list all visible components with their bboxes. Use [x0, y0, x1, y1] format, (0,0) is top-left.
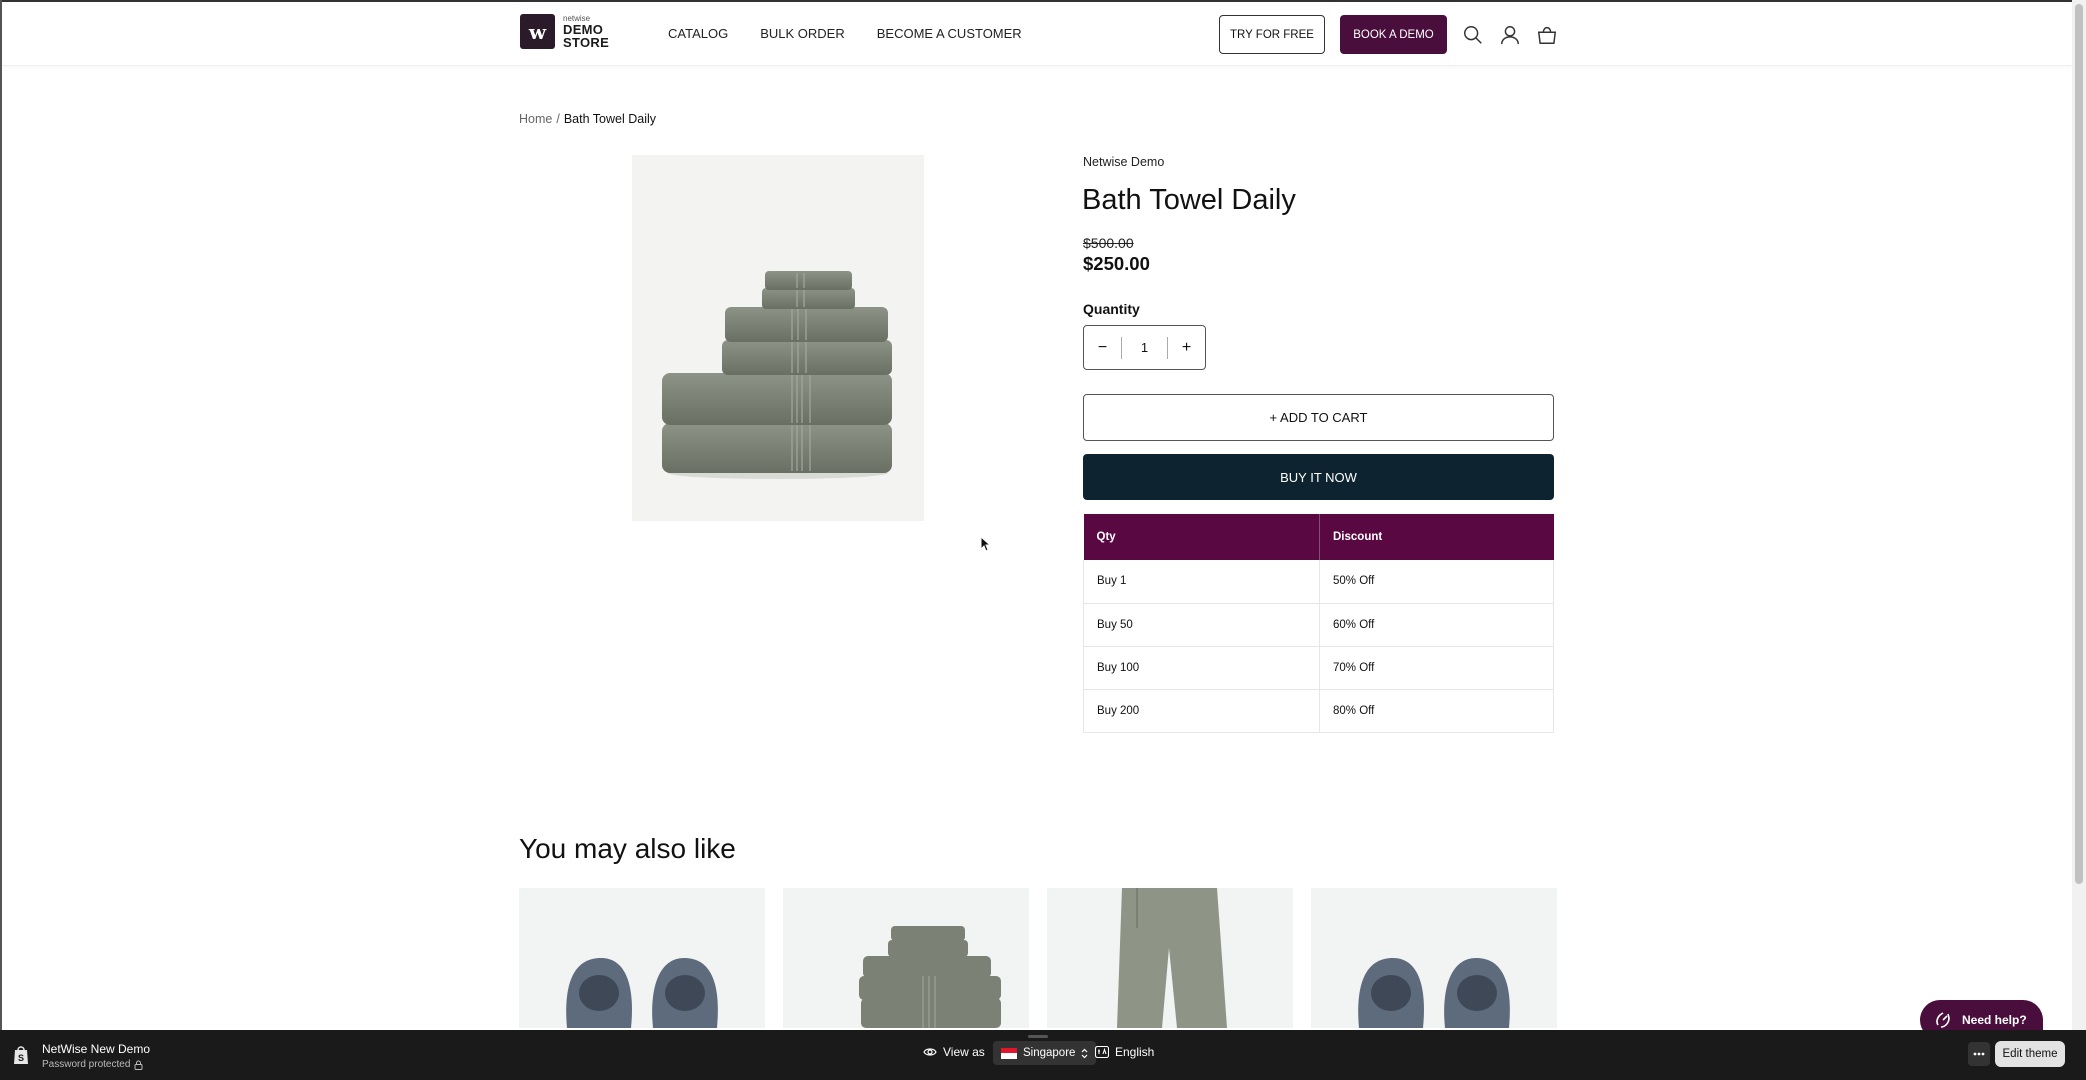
slippers-image — [1358, 958, 1510, 1028]
window-left-border — [0, 0, 2, 1080]
product-title: Bath Towel Daily — [1082, 184, 1296, 216]
towel-stack-illustration — [662, 271, 892, 479]
singapore-flag-icon — [1001, 1047, 1017, 1059]
buy-it-now-button[interactable]: BUY IT NOW — [1083, 454, 1554, 500]
eye-icon — [923, 1048, 937, 1056]
table-row: Buy 1 50% Off — [1083, 560, 1554, 604]
shopify-bag-icon: S — [14, 1046, 28, 1064]
logo-text: netwise DEMO STORE — [563, 14, 610, 50]
breadcrumb-home[interactable]: Home — [519, 112, 552, 126]
view-as-text: View as — [943, 1045, 985, 1059]
lock-icon — [134, 1060, 143, 1070]
discount-table-header-qty: Qty — [1083, 514, 1320, 560]
related-product-card[interactable] — [1047, 888, 1293, 1028]
product-vendor: Netwise Demo — [1083, 155, 1165, 169]
country-selector-label: Singapore — [1023, 1047, 1076, 1059]
bar-drag-handle[interactable] — [1028, 1035, 1048, 1038]
cart-icon[interactable] — [1536, 24, 1558, 46]
table-cell-discount: 60% Off — [1319, 603, 1554, 647]
related-product-card[interactable] — [1311, 888, 1557, 1028]
nav-become-customer[interactable]: BECOME A CUSTOMER — [877, 26, 1022, 41]
main-nav: CATALOG BULK ORDER BECOME A CUSTOMER — [668, 26, 1022, 41]
table-row: Buy 50 60% Off — [1083, 603, 1554, 647]
scrollbar-thumb[interactable] — [2075, 4, 2083, 884]
quantity-label: Quantity — [1083, 301, 1140, 317]
product-image[interactable] — [632, 155, 924, 521]
password-status-label: Password protected — [42, 1059, 131, 1070]
language-selector[interactable]: English — [1095, 1045, 1154, 1059]
try-for-free-button[interactable]: TRY FOR FREE — [1219, 15, 1325, 54]
sale-price: $250.00 — [1083, 253, 1150, 274]
discount-table-header-row: Qty Discount — [1083, 514, 1554, 560]
related-product-card[interactable] — [519, 888, 765, 1028]
quantity-decrement-button[interactable]: − — [1084, 326, 1121, 369]
compare-at-price: $500.00 — [1083, 235, 1134, 251]
quantity-stepper: − 1 + — [1083, 325, 1206, 370]
table-cell-qty: Buy 200 — [1083, 689, 1320, 733]
theme-preview-bar: S NetWise New Demo Password protected Vi… — [0, 1030, 2086, 1080]
country-selector[interactable]: Singapore — [993, 1041, 1097, 1065]
breadcrumb-separator: / — [556, 112, 560, 126]
discount-table: Qty Discount Buy 1 50% Off Buy 50 60% Of… — [1083, 514, 1554, 733]
logo-line-1: DEMO — [563, 21, 604, 37]
store-logo[interactable]: w netwise DEMO STORE — [520, 14, 609, 49]
chevron-updown-icon — [1082, 1048, 1088, 1058]
more-options-button[interactable] — [1968, 1042, 1990, 1066]
table-row: Buy 100 70% Off — [1083, 646, 1554, 690]
breadcrumb: Home / Bath Towel Daily — [519, 112, 656, 126]
password-status: Password protected — [42, 1059, 143, 1070]
view-as-label: View as — [923, 1045, 985, 1059]
logo-mark-icon: w — [520, 14, 555, 49]
page-scrollbar[interactable] — [2072, 0, 2086, 1030]
table-cell-discount: 70% Off — [1319, 646, 1554, 690]
towel-stack-image — [859, 926, 1001, 1028]
discount-table-header-discount: Discount — [1319, 514, 1554, 560]
table-cell-discount: 50% Off — [1319, 560, 1554, 604]
mouse-cursor-icon — [980, 536, 992, 552]
ellipsis-icon — [1973, 1052, 1985, 1056]
table-cell-qty: Buy 1 — [1083, 560, 1320, 604]
svg-text:S: S — [18, 1053, 24, 1063]
site-header: w netwise DEMO STORE CATALOG BULK ORDER … — [2, 2, 2072, 66]
table-cell-discount: 80% Off — [1319, 689, 1554, 733]
related-products-title: You may also like — [519, 833, 736, 864]
nav-bulk-order[interactable]: BULK ORDER — [760, 26, 845, 41]
slippers-image — [566, 958, 718, 1028]
quantity-increment-button[interactable]: + — [1168, 326, 1205, 369]
book-demo-button[interactable]: BOOK A DEMO — [1340, 15, 1447, 54]
store-name: NetWise New Demo — [42, 1042, 151, 1056]
account-icon[interactable] — [1499, 24, 1521, 46]
logo-line-2: STORE — [563, 34, 610, 50]
table-row: Buy 200 80% Off — [1083, 689, 1554, 733]
related-product-card[interactable] — [783, 888, 1029, 1028]
add-to-cart-button[interactable]: + ADD TO CART — [1083, 394, 1554, 441]
search-icon[interactable] — [1462, 24, 1484, 46]
edit-theme-button[interactable]: Edit theme — [1995, 1041, 2065, 1067]
table-cell-qty: Buy 100 — [1083, 646, 1320, 690]
table-cell-qty: Buy 50 — [1083, 603, 1320, 647]
language-selector-label: English — [1115, 1045, 1155, 1059]
pants-image — [1117, 888, 1227, 1028]
wave-hand-icon — [1936, 1012, 1950, 1028]
language-icon — [1095, 1046, 1109, 1058]
nav-catalog[interactable]: CATALOG — [668, 26, 728, 41]
need-help-label: Need help? — [1962, 1013, 2027, 1027]
breadcrumb-current: Bath Towel Daily — [563, 112, 657, 126]
quantity-input[interactable]: 1 — [1121, 336, 1168, 359]
